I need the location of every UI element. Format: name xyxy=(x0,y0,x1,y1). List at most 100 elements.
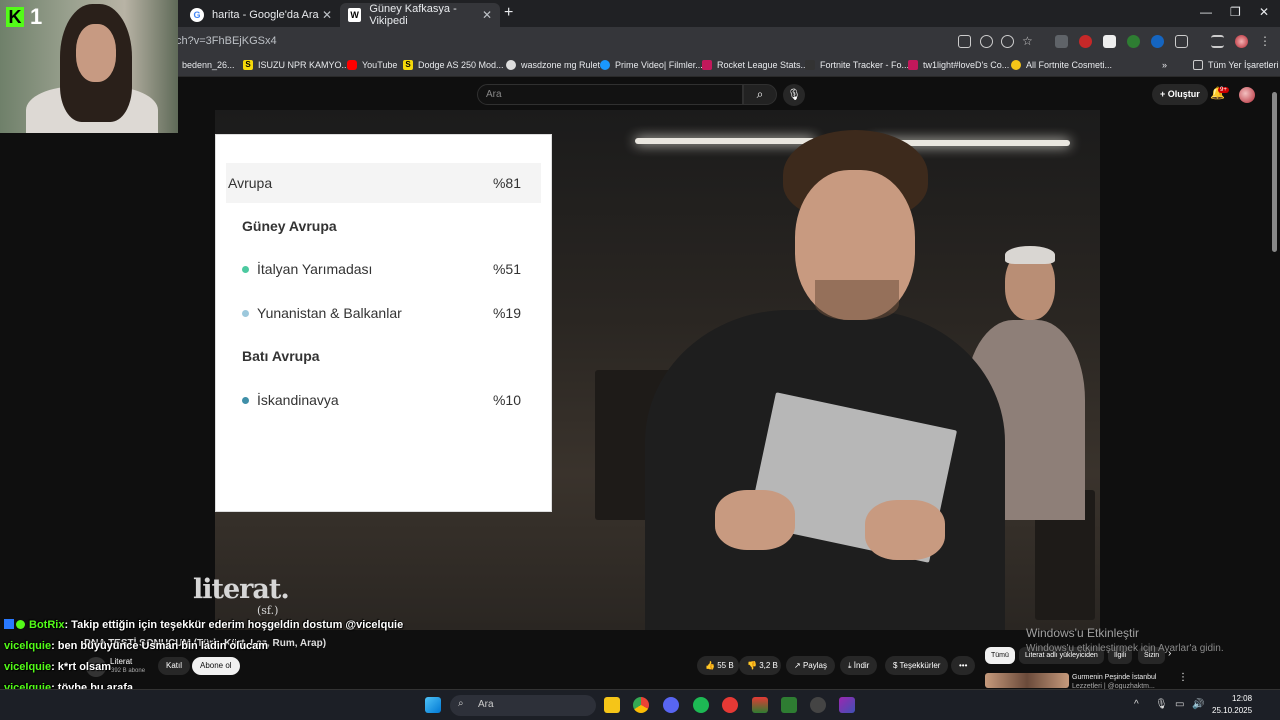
extension-icon[interactable] xyxy=(1079,35,1092,48)
subscribe-button[interactable]: Abone ol xyxy=(192,657,240,675)
bookmark-icon: S xyxy=(243,60,253,70)
network-icon[interactable]: ▭ xyxy=(1175,699,1184,710)
channel-watermark: literat. xyxy=(193,574,290,605)
thanks-button[interactable]: $ Teşekkürler xyxy=(885,656,949,675)
chrome-icon[interactable] xyxy=(633,697,649,713)
region-heading: Batı Avrupa xyxy=(242,348,320,364)
taskbar-search[interactable]: ⌕ Ara xyxy=(450,695,596,716)
bookmarks-bar: bedenn_26... S ISUZU NPR KAMYO... YouTube… xyxy=(0,57,1280,77)
thumbs-down-icon: 👎 xyxy=(747,661,757,670)
all-bookmarks[interactable]: Tüm Yer İşaretleri xyxy=(1193,60,1279,70)
bookmark-item[interactable]: YouTube xyxy=(347,60,397,70)
app-icon[interactable] xyxy=(781,697,797,713)
obs-icon[interactable] xyxy=(810,697,826,713)
app-icon[interactable] xyxy=(722,697,738,713)
new-tab-button[interactable]: + xyxy=(504,4,513,22)
extension-icon[interactable] xyxy=(1127,35,1140,48)
mic-icon[interactable]: 🎙 xyxy=(1155,699,1168,710)
extension-icon[interactable] xyxy=(1151,35,1164,48)
profile-avatar[interactable] xyxy=(1235,35,1248,48)
avatar[interactable] xyxy=(1239,87,1255,103)
more-actions-button[interactable]: ••• xyxy=(951,656,976,675)
bullet-dot xyxy=(242,396,249,404)
bookmark-item[interactable]: bedenn_26... xyxy=(182,60,235,70)
cast-icon[interactable] xyxy=(958,35,971,48)
puzzle-icon[interactable] xyxy=(1175,35,1188,48)
chip-all[interactable]: Tümü xyxy=(985,647,1015,664)
chat-message: vicelquie: k*rt olsam xyxy=(4,661,111,673)
star-icon[interactable]: ☆ xyxy=(1022,35,1035,48)
ancestry-card: Avrupa %81 Güney Avrupa İtalyan Yarımada… xyxy=(215,134,552,512)
tab-wikipedia[interactable]: W Güney Kafkasya - Vikipedi ✕ xyxy=(340,3,500,27)
file-explorer-icon[interactable] xyxy=(604,697,620,713)
menu-icon[interactable]: ⋮ xyxy=(1259,35,1272,48)
bullet-dot xyxy=(242,265,249,273)
download-button[interactable]: ⤓ İndir xyxy=(840,656,878,675)
channel-name[interactable]: Literat xyxy=(110,657,132,666)
windows-activation-title: Windows'u Etkinleştir xyxy=(1026,626,1139,640)
chat-message: vicelquie: ben büyüyünce Usman bin ladin… xyxy=(4,640,269,652)
search-input[interactable]: Ara xyxy=(477,84,743,105)
windows-start-icon[interactable] xyxy=(425,697,441,713)
tab-label: Güney Kafkasya - Vikipedi xyxy=(369,3,457,27)
region-heading: Güney Avrupa xyxy=(242,218,337,234)
search-button[interactable]: ⌕ xyxy=(743,84,777,105)
close-window-icon[interactable]: ✕ xyxy=(1259,5,1269,19)
bookmark-icon: S xyxy=(403,60,413,70)
maximize-icon[interactable]: ❐ xyxy=(1230,5,1241,19)
bookmark-icon xyxy=(908,60,918,70)
share-icon: ↗ xyxy=(794,661,801,670)
region-row: İtalyan Yarımadası %51 xyxy=(226,249,541,289)
webcam-overlay: K1 xyxy=(0,0,178,133)
close-icon[interactable]: ✕ xyxy=(322,8,332,22)
bookmark-item[interactable]: S Dodge AS 250 Mod... xyxy=(403,60,504,70)
bullet-dot xyxy=(242,309,249,317)
scrollbar[interactable] xyxy=(1271,80,1278,688)
more-options-icon[interactable]: ⋮ xyxy=(1178,672,1188,683)
region-percent: %81 xyxy=(492,175,521,191)
subscriber-count: 392 B abone xyxy=(111,668,146,674)
extension-icon[interactable] xyxy=(1103,35,1116,48)
bookmark-icon xyxy=(805,60,815,70)
volume-icon[interactable]: 🔊 xyxy=(1192,699,1204,710)
youtube-icon xyxy=(347,60,357,70)
tab-label: harita - Google'da Ara xyxy=(212,9,319,21)
spotify-icon[interactable] xyxy=(693,697,709,713)
region-label: İtalyan Yarımadası xyxy=(257,261,373,277)
chevron-up-icon[interactable]: ^ xyxy=(1134,699,1139,710)
bookmark-item[interactable]: wasdzone mg Rulet xyxy=(506,60,600,70)
tab-google-search[interactable]: G harita - Google'da Ara ✕ xyxy=(182,3,340,27)
minimize-icon[interactable]: — xyxy=(1200,5,1212,19)
thanks-icon: $ xyxy=(893,661,898,670)
dislike-button[interactable]: 👎 3,2 B xyxy=(739,656,781,675)
search-icon: ⌕ xyxy=(756,87,764,101)
folder-icon xyxy=(1193,60,1203,70)
zoom-icon[interactable] xyxy=(980,35,993,48)
bookmark-item[interactable]: Prime Video| Filmler... xyxy=(600,60,703,70)
mic-icon: 🎙 xyxy=(787,89,801,101)
bot-badge-icon xyxy=(4,619,14,629)
eye-off-icon[interactable] xyxy=(1001,35,1014,48)
bookmark-item[interactable]: S ISUZU NPR KAMYO... xyxy=(243,60,349,70)
extension-icon[interactable] xyxy=(1055,35,1068,48)
mic-button[interactable]: 🎙 xyxy=(783,84,805,106)
discord-icon[interactable] xyxy=(663,697,679,713)
app-icon[interactable] xyxy=(752,697,768,713)
bookmark-item[interactable]: All Fortnite Cosmeti... xyxy=(1011,60,1112,70)
like-button[interactable]: 👍 55 B xyxy=(697,656,739,675)
bookmark-item[interactable]: Rocket League Stats... xyxy=(702,60,808,70)
recommended-thumbnail[interactable] xyxy=(985,673,1069,688)
url-field[interactable]: ch?v=3FhBEjKGSx4 xyxy=(176,35,277,47)
windows-taskbar: ⌕ Ara ^ 🎙 ▭ 🔊 12:08 25.10.2025 xyxy=(0,689,1280,720)
reading-list-icon[interactable] xyxy=(1211,35,1224,48)
more-bookmarks-icon[interactable]: » xyxy=(1162,60,1167,70)
bookmark-item[interactable]: Fortnite Tracker - Fo... xyxy=(805,60,909,70)
bookmark-item[interactable]: tw1light#loveD's Co... xyxy=(908,60,1009,70)
download-icon: ⤓ xyxy=(848,661,852,670)
close-icon[interactable]: ✕ xyxy=(482,8,492,22)
join-button[interactable]: Katıl xyxy=(158,657,191,675)
share-button[interactable]: ↗ Paylaş xyxy=(786,656,835,675)
system-clock[interactable]: 12:08 25.10.2025 xyxy=(1212,693,1252,717)
app-icon[interactable] xyxy=(839,697,855,713)
create-button[interactable]: + Oluştur xyxy=(1152,84,1208,105)
